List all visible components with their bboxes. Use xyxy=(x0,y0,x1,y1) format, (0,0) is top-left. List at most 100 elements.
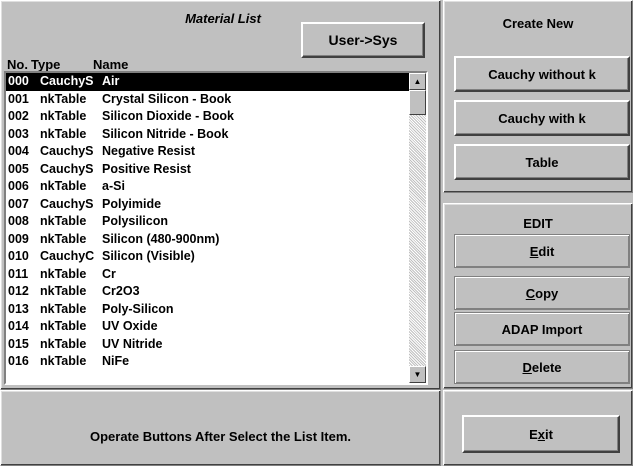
edit-rest: dit xyxy=(538,243,555,259)
list-item[interactable]: 000 CauchyS Air xyxy=(6,73,409,91)
edit-button[interactable]: Edit xyxy=(454,234,630,268)
list-item[interactable]: 013 nkTable Poly-Silicon xyxy=(6,301,409,319)
list-item-type: nkTable xyxy=(40,179,87,193)
list-item-no: 012 xyxy=(8,284,29,298)
list-item[interactable]: 001 nkTable Crystal Silicon - Book xyxy=(6,91,409,109)
list-item-no: 004 xyxy=(8,144,29,158)
list-item-no: 013 xyxy=(8,301,29,316)
list-item-no: 001 xyxy=(8,91,29,106)
status-message: Operate Buttons After Select the List It… xyxy=(89,429,351,444)
list-item[interactable]: 007 CauchyS Polyimide xyxy=(6,196,409,214)
list-item-name: Positive Resist xyxy=(102,161,191,176)
edit-mnemonic: E xyxy=(529,243,539,259)
list-item-name: NiFe xyxy=(102,354,130,368)
list-item[interactable]: 009 nkTable Silicon (480-900nm) xyxy=(6,231,409,249)
list-item-name: Silicon Dioxide - Book xyxy=(102,109,234,123)
list-item-name: Negative Resist xyxy=(102,144,196,158)
cauchy-without-k-button[interactable]: Cauchy without k xyxy=(454,56,630,92)
list-item-type: nkTable xyxy=(40,109,87,123)
list-item-no: 006 xyxy=(8,179,29,193)
exit-label-c: it xyxy=(544,426,553,442)
list-item-name: Silicon (Visible) xyxy=(102,249,195,263)
exit-mnemonic: x xyxy=(537,426,545,442)
list-scrollbar[interactable]: ▲ ▼ xyxy=(409,73,426,383)
list-item[interactable]: 010 CauchyC Silicon (Visible) xyxy=(6,248,409,266)
list-item-type: CauchyC xyxy=(40,249,95,263)
list-item[interactable]: 003 nkTable Silicon Nitride - Book xyxy=(6,126,409,144)
list-item-type: CauchyS xyxy=(40,196,94,211)
list-item-type: nkTable xyxy=(40,266,87,281)
list-item[interactable]: 015 nkTable UV Nitride xyxy=(6,336,409,354)
list-item[interactable]: 016 nkTable NiFe xyxy=(6,353,409,371)
copy-button[interactable]: Copy xyxy=(454,276,630,310)
list-item-no: 011 xyxy=(8,266,29,281)
list-item-type: nkTable xyxy=(40,319,87,333)
material-list-title: Material List xyxy=(185,11,261,26)
list-item-type: nkTable xyxy=(40,301,87,316)
exit-button[interactable]: Ex it xyxy=(462,415,620,453)
list-item-no: 014 xyxy=(8,319,29,333)
list-item-name: Crystal Silicon - Book xyxy=(102,91,232,106)
up-arrow-icon: ▲ xyxy=(413,77,422,86)
list-item-no: 016 xyxy=(8,354,29,368)
list-item-type: nkTable xyxy=(40,91,87,106)
list-item[interactable]: 005 CauchyS Positive Resist xyxy=(6,161,409,179)
material-listbox[interactable]: 000 CauchyS Air 001 nkTable Crystal Silicon -… xyxy=(4,71,428,385)
material-list-items: 000 CauchyS Air 001 nkTable Crystal Silicon -… xyxy=(6,73,409,383)
status-panel: Operate Buttons After Select the List It… xyxy=(0,390,441,466)
list-item[interactable]: 002 nkTable Silicon Dioxide - Book xyxy=(6,108,409,126)
list-item-name: a-Si xyxy=(102,179,125,193)
user-to-sys-button[interactable]: User->Sys xyxy=(301,22,425,58)
scroll-thumb[interactable] xyxy=(409,90,426,115)
list-item-no: 010 xyxy=(8,249,29,263)
cauchy-with-k-button[interactable]: Cauchy with k xyxy=(454,100,630,136)
exit-label-a: E xyxy=(529,426,538,442)
adap-import-label: ADAP Import xyxy=(501,321,583,337)
list-item[interactable]: 014 nkTable UV Oxide xyxy=(6,318,409,336)
create-new-panel: Create New Cauchy without k Cauchy with … xyxy=(443,0,633,193)
edit-title: EDIT xyxy=(523,216,553,231)
list-item-no: 008 xyxy=(8,214,29,228)
list-item-type: CauchyS xyxy=(40,161,94,176)
list-item[interactable]: 008 nkTable Polysilicon xyxy=(6,213,409,231)
list-item-no: 000 xyxy=(8,74,29,88)
list-item[interactable]: 006 nkTable a-Si xyxy=(6,178,409,196)
down-arrow-icon: ▼ xyxy=(413,370,422,379)
list-item-name: Polyimide xyxy=(102,196,162,211)
list-item-type: CauchyS xyxy=(40,74,94,88)
list-item-no: 007 xyxy=(8,196,29,211)
list-item-name: Cr2O3 xyxy=(102,284,140,298)
adap-import-button[interactable]: ADAP Import xyxy=(454,312,630,346)
list-item-name: UV Nitride xyxy=(102,336,163,351)
list-item-type: nkTable xyxy=(40,231,87,246)
list-item-type: nkTable xyxy=(40,354,87,368)
list-item-no: 003 xyxy=(8,126,29,141)
copy-rest: opy xyxy=(535,285,559,301)
delete-button[interactable]: Delete xyxy=(454,350,630,384)
list-item-type: CauchyS xyxy=(40,144,94,158)
list-item-name: UV Oxide xyxy=(102,319,158,333)
list-item-name: Silicon (480-900nm) xyxy=(102,231,220,246)
list-item-name: Poly-Silicon xyxy=(102,301,174,316)
scroll-down-button[interactable]: ▼ xyxy=(409,366,426,383)
exit-panel: Ex it xyxy=(443,390,633,466)
list-item-type: nkTable xyxy=(40,214,87,228)
list-item-name: Air xyxy=(102,74,120,88)
delete-mnemonic: D xyxy=(522,359,532,375)
delete-rest: elete xyxy=(531,359,562,375)
list-item[interactable]: 012 nkTable Cr2O3 xyxy=(6,283,409,301)
column-header-type: Type xyxy=(31,57,61,72)
list-item[interactable]: 011 nkTable Cr xyxy=(6,266,409,284)
column-header-name: Name xyxy=(93,57,129,72)
material-list-panel: Material List User->Sys No. Type Name 00… xyxy=(0,0,441,390)
list-item[interactable]: 004 CauchyS Negative Resist xyxy=(6,143,409,161)
list-item-type: nkTable xyxy=(40,126,87,141)
list-item-name: Cr xyxy=(102,266,116,281)
create-new-title: Create New xyxy=(502,16,574,31)
edit-panel: EDIT Edit Copy ADAP Import Delete xyxy=(443,203,633,389)
scroll-up-button[interactable]: ▲ xyxy=(409,73,426,90)
list-item-no: 002 xyxy=(8,109,29,123)
table-button[interactable]: Table xyxy=(454,144,630,180)
list-item-name: Polysilicon xyxy=(102,214,168,228)
list-item-name: Silicon Nitride - Book xyxy=(102,126,229,141)
